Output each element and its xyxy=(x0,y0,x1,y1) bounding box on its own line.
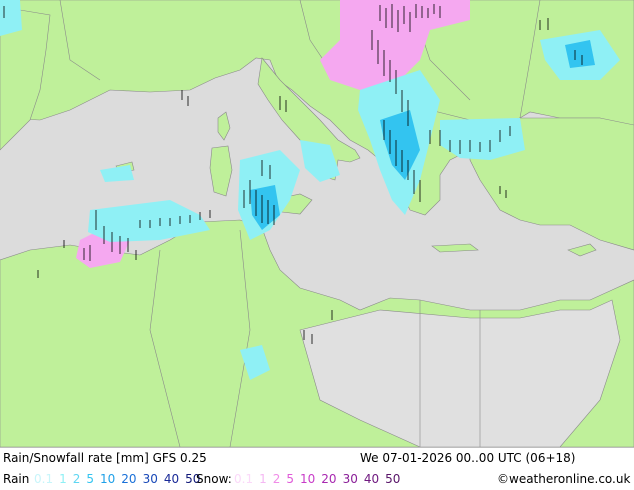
snow-scale-item: 10 xyxy=(300,472,316,486)
snow-scale-item: 20 xyxy=(321,472,337,486)
snow-scale-item: 50 xyxy=(385,472,401,486)
snow-scale-item: 40 xyxy=(363,472,380,486)
rain-scale: 0.1 1 2 5 10 20 30 40 50 xyxy=(34,472,206,486)
legend-scale-row: Rain 0.1 1 2 5 10 20 30 40 50 Snow: 0.1 1 2 5 10 20 30… xyxy=(0,469,634,490)
chart-title: Rain/Snowfall rate [mm] GFS 0.25 xyxy=(3,451,207,465)
snow-scale: 0.1 1 2 5 10 20 30 40 50 xyxy=(234,472,406,486)
forecast-datetime: We 07-01-2026 00..00 UTC (06+18) xyxy=(360,451,576,465)
snow-scale-item: 0.1 xyxy=(234,472,254,486)
rain-scale-item: 1 xyxy=(59,472,67,486)
snow-scale-item: 1 xyxy=(259,472,267,486)
rain-scale-item: 40 xyxy=(163,472,180,486)
rain-scale-item: 0.1 xyxy=(34,472,54,486)
snow-label: Snow: xyxy=(196,472,232,486)
snow-scale-item: 2 xyxy=(272,472,281,486)
rain-scale-item: 20 xyxy=(121,472,137,486)
legend-title-row: Rain/Snowfall rate [mm] GFS 0.25 We 07-0… xyxy=(0,448,634,469)
snow-scale-item: 30 xyxy=(342,472,358,486)
rain-scale-item: 10 xyxy=(100,472,116,486)
copyright-link[interactable]: ©weatheronline.co.uk xyxy=(497,472,630,486)
rain-scale-item: 30 xyxy=(142,472,158,486)
rain-scale-item: 5 xyxy=(86,472,95,486)
snow-scale-item: 5 xyxy=(286,472,295,486)
precipitation-map xyxy=(0,0,634,447)
rain-scale-item: 2 xyxy=(72,472,81,486)
rain-label: Rain xyxy=(3,472,30,486)
